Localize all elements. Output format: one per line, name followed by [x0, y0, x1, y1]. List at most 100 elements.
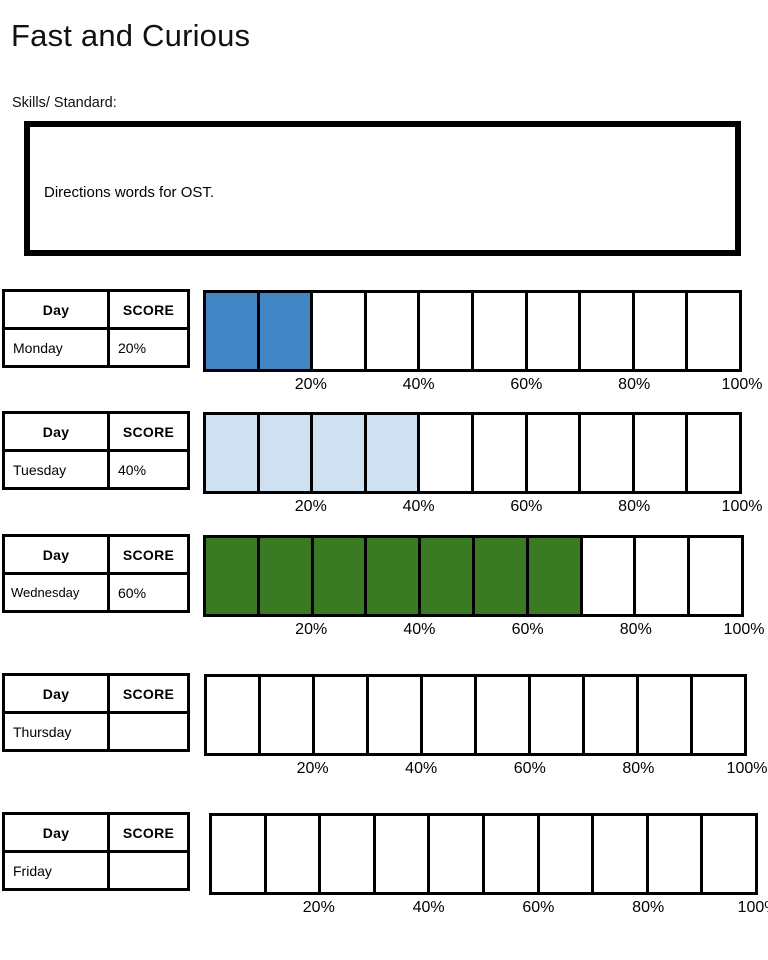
score-table: Day SCORE Wednesday 60% [2, 534, 190, 613]
axis-tick-label: 20% [302, 899, 335, 916]
progress-cell-empty[interactable] [703, 816, 755, 892]
progress-bar-wrap: 20% 40% 60% 80% 100% [209, 813, 768, 921]
progress-bar-wrap: 20% 40% 60% 80% 100% [204, 674, 767, 782]
progress-cell-filled[interactable] [528, 538, 583, 614]
axis-tick-label: 80% [632, 899, 665, 916]
progress-cell-empty[interactable] [315, 677, 369, 753]
progress-cell-empty[interactable] [636, 538, 691, 614]
progress-cell-filled[interactable] [367, 538, 422, 614]
progress-cell-empty[interactable] [477, 677, 531, 753]
progress-cell-filled[interactable] [366, 415, 421, 491]
progress-cell-empty[interactable] [420, 415, 474, 491]
axis-tick-label: 80% [618, 498, 651, 515]
progress-cell-empty[interactable] [423, 677, 477, 753]
progress-cell-empty[interactable] [473, 293, 528, 369]
progress-cell-filled[interactable] [313, 415, 367, 491]
axis-tick-label: 40% [402, 498, 435, 515]
score-table: Day SCORE Tuesday 40% [2, 411, 190, 490]
progress-cell-empty[interactable] [634, 415, 689, 491]
table-value-row: Tuesday 40% [2, 449, 190, 490]
progress-cell-empty[interactable] [321, 816, 376, 892]
score-value-cell[interactable]: 40% [107, 449, 190, 490]
score-value-cell[interactable] [107, 850, 190, 891]
standard-text-box[interactable]: Directions words for OST. [24, 121, 741, 256]
progress-cell-empty[interactable] [375, 816, 431, 892]
progress-cell-empty[interactable] [207, 677, 261, 753]
score-column-header: SCORE [107, 673, 190, 714]
axis-tick-label: 100% [723, 621, 765, 638]
progress-cell-empty[interactable] [690, 538, 741, 614]
day-column-header: Day [2, 289, 110, 330]
progress-cell-empty[interactable] [648, 816, 704, 892]
skills-standard-label: Skills/ Standard: [12, 95, 117, 111]
progress-cell-filled[interactable] [206, 293, 260, 369]
progress-cell-empty[interactable] [539, 816, 595, 892]
progress-cell-empty[interactable] [693, 677, 744, 753]
progress-cell-empty[interactable] [581, 415, 635, 491]
progress-cell-empty[interactable] [266, 816, 322, 892]
score-table: Day SCORE Thursday [2, 673, 190, 752]
progress-cell-empty[interactable] [430, 816, 485, 892]
day-column-header: Day [2, 411, 110, 452]
page-title: Fast and Curious [11, 18, 251, 53]
progress-bar [203, 535, 744, 617]
axis-tick-label: 80% [619, 621, 652, 638]
day-name-cell: Wednesday [2, 572, 110, 613]
progress-cell-empty[interactable] [366, 293, 421, 369]
progress-cell-empty[interactable] [531, 677, 585, 753]
progress-cell-filled[interactable] [259, 415, 314, 491]
progress-cell-empty[interactable] [527, 415, 582, 491]
progress-cell-filled[interactable] [313, 538, 368, 614]
day-column-header: Day [2, 534, 110, 575]
axis-tick-label: 80% [622, 760, 655, 777]
progress-cell-filled[interactable] [259, 538, 314, 614]
score-column-header: SCORE [107, 289, 190, 330]
axis-tick-label: 60% [511, 621, 544, 638]
progress-cell-empty[interactable] [582, 538, 637, 614]
progress-cell-filled[interactable] [206, 415, 260, 491]
progress-cell-empty[interactable] [594, 816, 649, 892]
axis-tick-label: 100% [721, 376, 763, 393]
progress-cell-empty[interactable] [634, 293, 689, 369]
axis-tick-labels: 20% 40% 60% 80% 100% [203, 374, 763, 398]
axis-tick-label: 40% [412, 899, 445, 916]
day-name-cell: Friday [2, 850, 110, 891]
progress-cell-empty[interactable] [369, 677, 423, 753]
axis-tick-label: 20% [296, 760, 329, 777]
score-value-cell[interactable] [107, 711, 190, 752]
progress-cell-empty[interactable] [527, 293, 582, 369]
day-name-cell: Monday [2, 327, 110, 368]
score-value-cell[interactable]: 20% [107, 327, 190, 368]
axis-tick-label: 60% [513, 760, 546, 777]
progress-cell-empty[interactable] [484, 816, 540, 892]
axis-tick-label: 40% [405, 760, 438, 777]
axis-tick-label: 100% [721, 498, 763, 515]
axis-tick-labels: 20% 40% 60% 80% 100% [203, 496, 763, 520]
progress-cell-empty[interactable] [585, 677, 639, 753]
progress-cell-filled[interactable] [206, 538, 260, 614]
progress-cell-empty[interactable] [688, 293, 739, 369]
progress-bar-wrap: 20% 40% 60% 80% 100% [203, 290, 763, 398]
progress-cell-empty[interactable] [688, 415, 739, 491]
progress-cell-empty[interactable] [313, 293, 367, 369]
axis-tick-label: 40% [403, 621, 436, 638]
progress-cell-filled[interactable] [259, 293, 314, 369]
score-value-cell[interactable]: 60% [107, 572, 190, 613]
progress-cell-empty[interactable] [473, 415, 528, 491]
day-name-cell: Tuesday [2, 449, 110, 490]
table-header-row: Day SCORE [2, 289, 190, 330]
progress-cell-empty[interactable] [212, 816, 267, 892]
table-header-row: Day SCORE [2, 411, 190, 452]
table-header-row: Day SCORE [2, 534, 190, 575]
progress-cell-empty[interactable] [261, 677, 315, 753]
progress-cell-filled[interactable] [474, 538, 529, 614]
progress-cell-filled[interactable] [421, 538, 475, 614]
progress-cell-empty[interactable] [420, 293, 474, 369]
progress-cell-empty[interactable] [639, 677, 693, 753]
progress-bar [203, 412, 742, 494]
table-value-row: Friday [2, 850, 190, 891]
progress-cell-empty[interactable] [581, 293, 635, 369]
table-header-row: Day SCORE [2, 812, 190, 853]
progress-bar-wrap: 20% 40% 60% 80% 100% [203, 412, 763, 520]
axis-tick-label: 20% [294, 498, 327, 515]
